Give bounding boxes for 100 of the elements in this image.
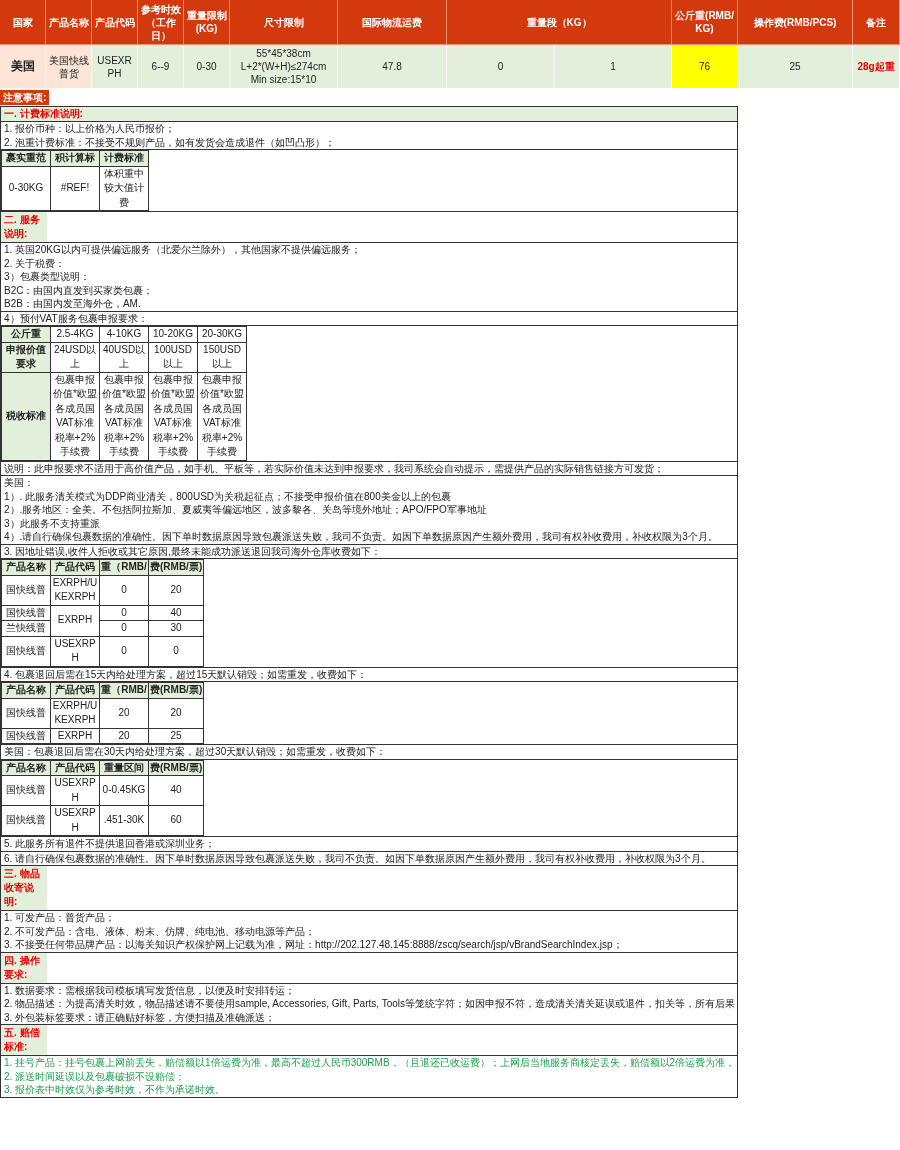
table-cell: 20 bbox=[148, 575, 204, 605]
column-header: 重量限制(KG) bbox=[184, 0, 230, 45]
table-cell: 24USD以上 bbox=[50, 342, 100, 372]
column-header: 国家 bbox=[0, 0, 46, 45]
section-heading: 一. 计费标准说明: bbox=[1, 107, 737, 122]
column-header: 20-30KG bbox=[197, 326, 247, 342]
note-line: 3. 因地址错误,收件人拒收或其它原因,最终未能成功派送退回我司海外仓库收费如下： bbox=[3, 544, 382, 558]
note-line: 1）. 此服务清关模式为DDP商业清关，800USD为关税起征点；不接受申报价值在800美金以上的包裹 bbox=[3, 489, 452, 503]
note-line: 3. 报价表中时效仅为参考时效，不作为承诺时效。 bbox=[3, 1083, 227, 1097]
note-line: 2）.服务地区：全美。不包括阿拉斯加、夏威夷等偏远地区，波多黎各、关岛等境外地址；APO/FPO军事地址 bbox=[3, 503, 488, 517]
table-cell: 国快线普 bbox=[1, 575, 51, 605]
table-cell: 100USD以上 bbox=[148, 342, 198, 372]
column-header: 积计算标 bbox=[50, 150, 100, 166]
column-header: 10-20KG bbox=[148, 326, 198, 342]
column-header: 产品名称 bbox=[1, 682, 51, 698]
column-header: 国际物流运费 bbox=[338, 0, 447, 45]
table-cell: #REF! bbox=[50, 166, 100, 211]
note-line: 2. 派送时间延误以及包裹破损不设赔偿； bbox=[3, 1069, 187, 1083]
column-header: 备注 bbox=[853, 0, 900, 45]
table-cell: 体积重中较大值计费 bbox=[99, 166, 149, 211]
column-header: 2.5-4KG bbox=[50, 326, 100, 342]
note-line: 1. 挂号产品：挂号包裹上网前丢失，赔偿额以1倍运费为准，最高不超过人民币300RMB，（且退还已收运费）；上网后当地服务商核定丢失，赔偿额以2倍运费为准， bbox=[3, 1056, 737, 1070]
column-header: 费(RMB/票) bbox=[148, 760, 204, 776]
table-cell: 60 bbox=[148, 805, 204, 836]
table-cell: 20 bbox=[148, 698, 204, 728]
table-cell: 40 bbox=[148, 775, 204, 806]
table-cell: 包裹申报价值*欧盟各成员国VAT标准税率+2%手续费 bbox=[197, 372, 247, 460]
column-header: 产品代码 bbox=[50, 760, 100, 776]
column-header: 4-10KG bbox=[99, 326, 149, 342]
column-header: 公斤重 bbox=[1, 326, 51, 342]
column-header: 重（RMB/ bbox=[99, 682, 149, 698]
section-heading: 四. 操作要求: bbox=[1, 952, 47, 983]
table-cell: USEXRPH bbox=[50, 636, 100, 666]
note-line: 美国： bbox=[3, 476, 35, 490]
table-cell: 0 bbox=[99, 636, 149, 666]
column-header: 重量区间 bbox=[99, 760, 149, 776]
table-cell: EXRPH/UKEXRPH bbox=[50, 575, 100, 605]
notes-title: 注意事项: bbox=[0, 90, 50, 105]
table-cell: 6--9 bbox=[138, 45, 184, 88]
column-header: 裹实重范 bbox=[1, 150, 51, 166]
section-heading: 二. 服务说明: bbox=[1, 212, 47, 242]
table-cell: 国快线普 bbox=[1, 698, 51, 728]
column-header: 尺寸限制 bbox=[230, 0, 338, 45]
note-line: 3. 不接受任何带品牌产品：以海关知识产权保护网上记载为准，网址：http://202.127.48.145:8888/zscq/search/jsp/vBrandSearchIndex.jsp； bbox=[3, 938, 624, 952]
table-cell: 20 bbox=[99, 728, 149, 744]
table-cell: 美国快线普货 bbox=[46, 45, 92, 88]
table-cell: 包裹申报价值*欧盟各成员国VAT标准税率+2%手续费 bbox=[148, 372, 198, 460]
note-line: 3. 外包装标签要求：请正确贴好标签，方便扫描及准确派送； bbox=[3, 1010, 277, 1024]
note-line: 5. 此服务所有退件不提供退回香港或深圳业务； bbox=[3, 837, 217, 851]
table-cell: 包裹申报价值*欧盟各成员国VAT标准税率+2%手续费 bbox=[50, 372, 100, 460]
table-cell: 国快线普 bbox=[1, 605, 51, 621]
note-line: 1. 英国20KG以内可提供偏远服务（北爱尔兰除外），其他国家不提供偏远服务； bbox=[3, 243, 362, 257]
table-cell: 150USD以上 bbox=[197, 342, 247, 372]
table-cell: USEXRPH bbox=[50, 775, 100, 806]
table-cell: 0-30 bbox=[184, 45, 230, 88]
table-cell: 40USD以上 bbox=[99, 342, 149, 372]
table-cell: 0 bbox=[148, 636, 204, 666]
column-header: 参考时效（工作日） bbox=[138, 0, 184, 45]
column-header: 产品代码 bbox=[50, 559, 100, 575]
note-line: 4）预付VAT服务包裹申报要求： bbox=[3, 311, 149, 325]
table-cell: 25 bbox=[148, 728, 204, 744]
table-cell: 兰快线普 bbox=[1, 620, 51, 636]
table-cell: 0-0.45KG bbox=[99, 775, 149, 806]
note-line: 3）此服务不支持重派 bbox=[3, 516, 101, 530]
row-header: 申报价值要求 bbox=[1, 342, 51, 372]
table-cell: EXRPH bbox=[50, 605, 100, 636]
table-cell: 20 bbox=[99, 698, 149, 728]
note-line: 4）.请自行确保包裹数据的准确性。因下单时数据原因导致包裹派送失败，我司不负责。如因下单数据原因产生额外费用，我司有权补收费用，补收权限为3个月。 bbox=[3, 530, 719, 544]
note-line: 1. 数据要求：需根据我司模板填写发货信息，以便及时安排转运； bbox=[3, 983, 297, 997]
note-line: B2C：由国内直发到买家类包裹； bbox=[3, 283, 155, 297]
column-header: 产品代码 bbox=[92, 0, 138, 45]
section-heading: 五. 赔偿标准: bbox=[1, 1025, 47, 1055]
column-header: 产品名称 bbox=[1, 760, 51, 776]
table-cell: USEXRPH bbox=[50, 805, 100, 836]
table-cell: 国快线普 bbox=[1, 728, 51, 744]
table-cell: 40 bbox=[148, 605, 204, 621]
note-line: 2. 关于税费： bbox=[3, 256, 67, 270]
table-cell: EXRPH/UKEXRPH bbox=[50, 698, 100, 728]
table-cell: 美国 bbox=[0, 45, 46, 88]
table-cell: 76 bbox=[672, 45, 738, 88]
table-cell: .451-30K bbox=[99, 805, 149, 836]
note-line: 2. 物品描述：为提高清关时效，物品描述请不要使用sample, Accessories, Gift, Parts, Tools等笼统字符；如因申报不符，造成清关清关延误或退件，扣关等，所有后果 bbox=[3, 997, 736, 1011]
column-header: 操作费(RMB/PCS) bbox=[738, 0, 853, 45]
note-line: 2. 不可发产品：含电、液体、粉末、仿牌、纯电池、移动电源等产品； bbox=[3, 924, 317, 938]
note-line: 1. 报价币种：以上价格为人民币报价； bbox=[3, 122, 177, 136]
note-line: 1. 可发产品：普货产品； bbox=[3, 911, 117, 925]
table-cell: 国快线普 bbox=[1, 805, 51, 836]
note-line: 4. 包裹退回后需在15天内给处理方案，超过15天默认销毁；如需重发，收费如下： bbox=[3, 667, 369, 681]
table-cell: 0 bbox=[447, 45, 555, 88]
table-cell: 25 bbox=[738, 45, 853, 88]
table-cell: 1 bbox=[555, 45, 672, 88]
column-header: 费(RMB/票) bbox=[148, 559, 204, 575]
table-cell: 30 bbox=[148, 620, 204, 636]
table-cell: 28g起重 bbox=[853, 45, 900, 88]
column-header: 公斤重(RMB/KG) bbox=[672, 0, 738, 45]
table-cell: 国快线普 bbox=[1, 775, 51, 806]
section-heading: 三. 物品收寄说明: bbox=[1, 866, 47, 910]
table-cell: 0 bbox=[99, 620, 149, 636]
table-cell: 0-30KG bbox=[1, 166, 51, 211]
note-line: 美国：包裹退回后需在30天内给处理方案，超过30天默认销毁；如需重发，收费如下： bbox=[3, 745, 388, 759]
